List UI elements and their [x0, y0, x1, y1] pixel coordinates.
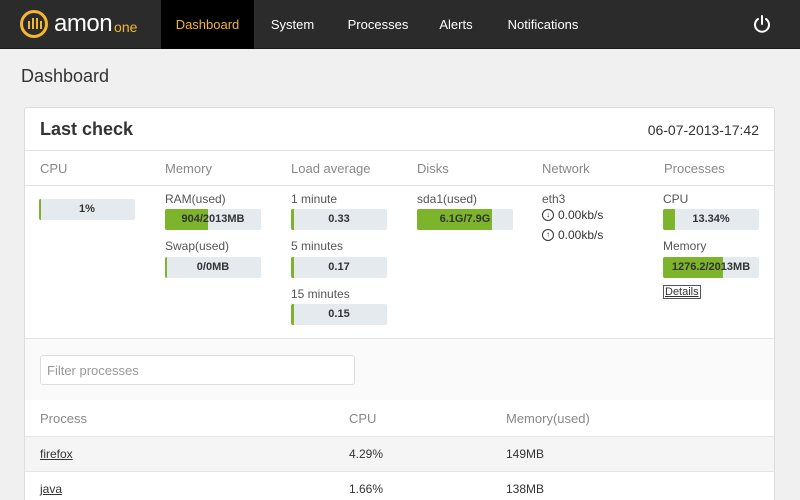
process-cpu: 1.66%: [349, 482, 384, 496]
brand-name: amon: [54, 10, 113, 37]
stats-divider: [25, 185, 774, 186]
nav-alerts[interactable]: Alerts: [425, 0, 487, 49]
disk-bar-value: 6.1G/7.9G: [439, 213, 491, 225]
cpu-bar: 1%: [39, 199, 135, 220]
memory-col-header: Memory(used): [506, 411, 590, 426]
swap-bar-value: 0/0MB: [196, 261, 230, 273]
nav-notifications[interactable]: Notifications: [487, 0, 599, 49]
load-1min-value: 0.33: [328, 213, 350, 225]
network-iface: eth3: [542, 192, 566, 206]
load-1min-label: 1 minute: [291, 192, 338, 206]
power-icon[interactable]: [752, 14, 772, 34]
nav-system[interactable]: System: [254, 0, 331, 49]
nav-processes[interactable]: Processes: [331, 0, 425, 49]
page-title: Dashboard: [21, 66, 110, 86]
filter-bar: [25, 338, 774, 400]
arrow-up-circle-icon: ↑: [542, 229, 554, 241]
process-cpu: 4.29%: [349, 447, 384, 461]
network-download: ↓ 0.00kb/s: [542, 208, 603, 222]
load-15min-value: 0.15: [328, 308, 350, 320]
load-5min-label: 5 minutes: [291, 239, 344, 253]
ram-bar: 904/2013MB: [165, 209, 261, 230]
table-row: java 1.66% 138MB: [25, 471, 774, 500]
proc-mem-label: Memory: [663, 239, 707, 253]
col-header-cpu: CPU: [40, 161, 68, 176]
filter-processes-input[interactable]: [40, 355, 355, 385]
process-col-header: Process: [40, 411, 87, 426]
disk-label: sda1(used): [417, 192, 478, 206]
load-15min-label: 15 minutes: [291, 287, 350, 301]
load-1min-bar: 0.33: [291, 209, 387, 230]
amon-logo-icon: [20, 10, 48, 38]
process-memory: 149MB: [506, 447, 545, 461]
table-row: firefox 4.29% 149MB: [25, 436, 774, 471]
brand-sub: one: [114, 18, 138, 35]
cpu-bar-value: 1%: [79, 203, 95, 215]
top-navbar: amon one Dashboard System Processes Aler…: [0, 0, 800, 49]
disk-bar: 6.1G/7.9G: [417, 209, 513, 230]
network-upload-rate: 0.00kb/s: [558, 228, 604, 242]
col-header-disks: Disks: [417, 161, 449, 176]
proc-cpu-bar: 13.34%: [663, 209, 759, 230]
process-name-link[interactable]: firefox: [40, 447, 73, 461]
proc-mem-bar: 1276.2/2013MB: [663, 257, 759, 278]
proc-mem-value: 1276.2/2013MB: [671, 261, 751, 273]
details-link[interactable]: Details: [663, 285, 701, 299]
panel-title: Last check: [40, 119, 134, 139]
load-5min-bar: 0.17: [291, 257, 387, 278]
last-check-date: 06-07-2013-17:42: [647, 122, 759, 138]
arrow-down-circle-icon: ↓: [542, 209, 554, 221]
brand-logo[interactable]: amon one: [20, 10, 137, 38]
load-5min-value: 0.17: [328, 261, 350, 273]
last-check-panel: Last check 06-07-2013-17:42 CPU Memory L…: [24, 107, 775, 500]
process-name-link[interactable]: java: [40, 482, 62, 496]
ram-label: RAM(used): [165, 192, 226, 206]
main-nav: Dashboard System Processes Alerts Notifi…: [161, 0, 599, 49]
swap-bar: 0/0MB: [165, 257, 261, 278]
swap-label: Swap(used): [165, 239, 230, 253]
cpu-col-header: CPU: [349, 411, 377, 426]
proc-cpu-label: CPU: [663, 192, 689, 206]
col-header-network: Network: [542, 161, 590, 176]
nav-dashboard[interactable]: Dashboard: [161, 0, 254, 49]
proc-cpu-value: 13.34%: [692, 213, 730, 225]
col-header-processes: Processes: [664, 161, 725, 176]
process-memory: 138MB: [506, 482, 545, 496]
panel-header: Last check 06-07-2013-17:42: [25, 108, 774, 151]
col-header-memory: Memory: [165, 161, 212, 176]
process-table-header: Process CPU Memory(used): [25, 400, 774, 438]
load-15min-bar: 0.15: [291, 304, 387, 325]
ram-bar-value: 904/2013MB: [181, 213, 245, 225]
col-header-load: Load average: [291, 161, 371, 176]
network-upload: ↑ 0.00kb/s: [542, 228, 603, 242]
network-download-rate: 0.00kb/s: [558, 208, 604, 222]
